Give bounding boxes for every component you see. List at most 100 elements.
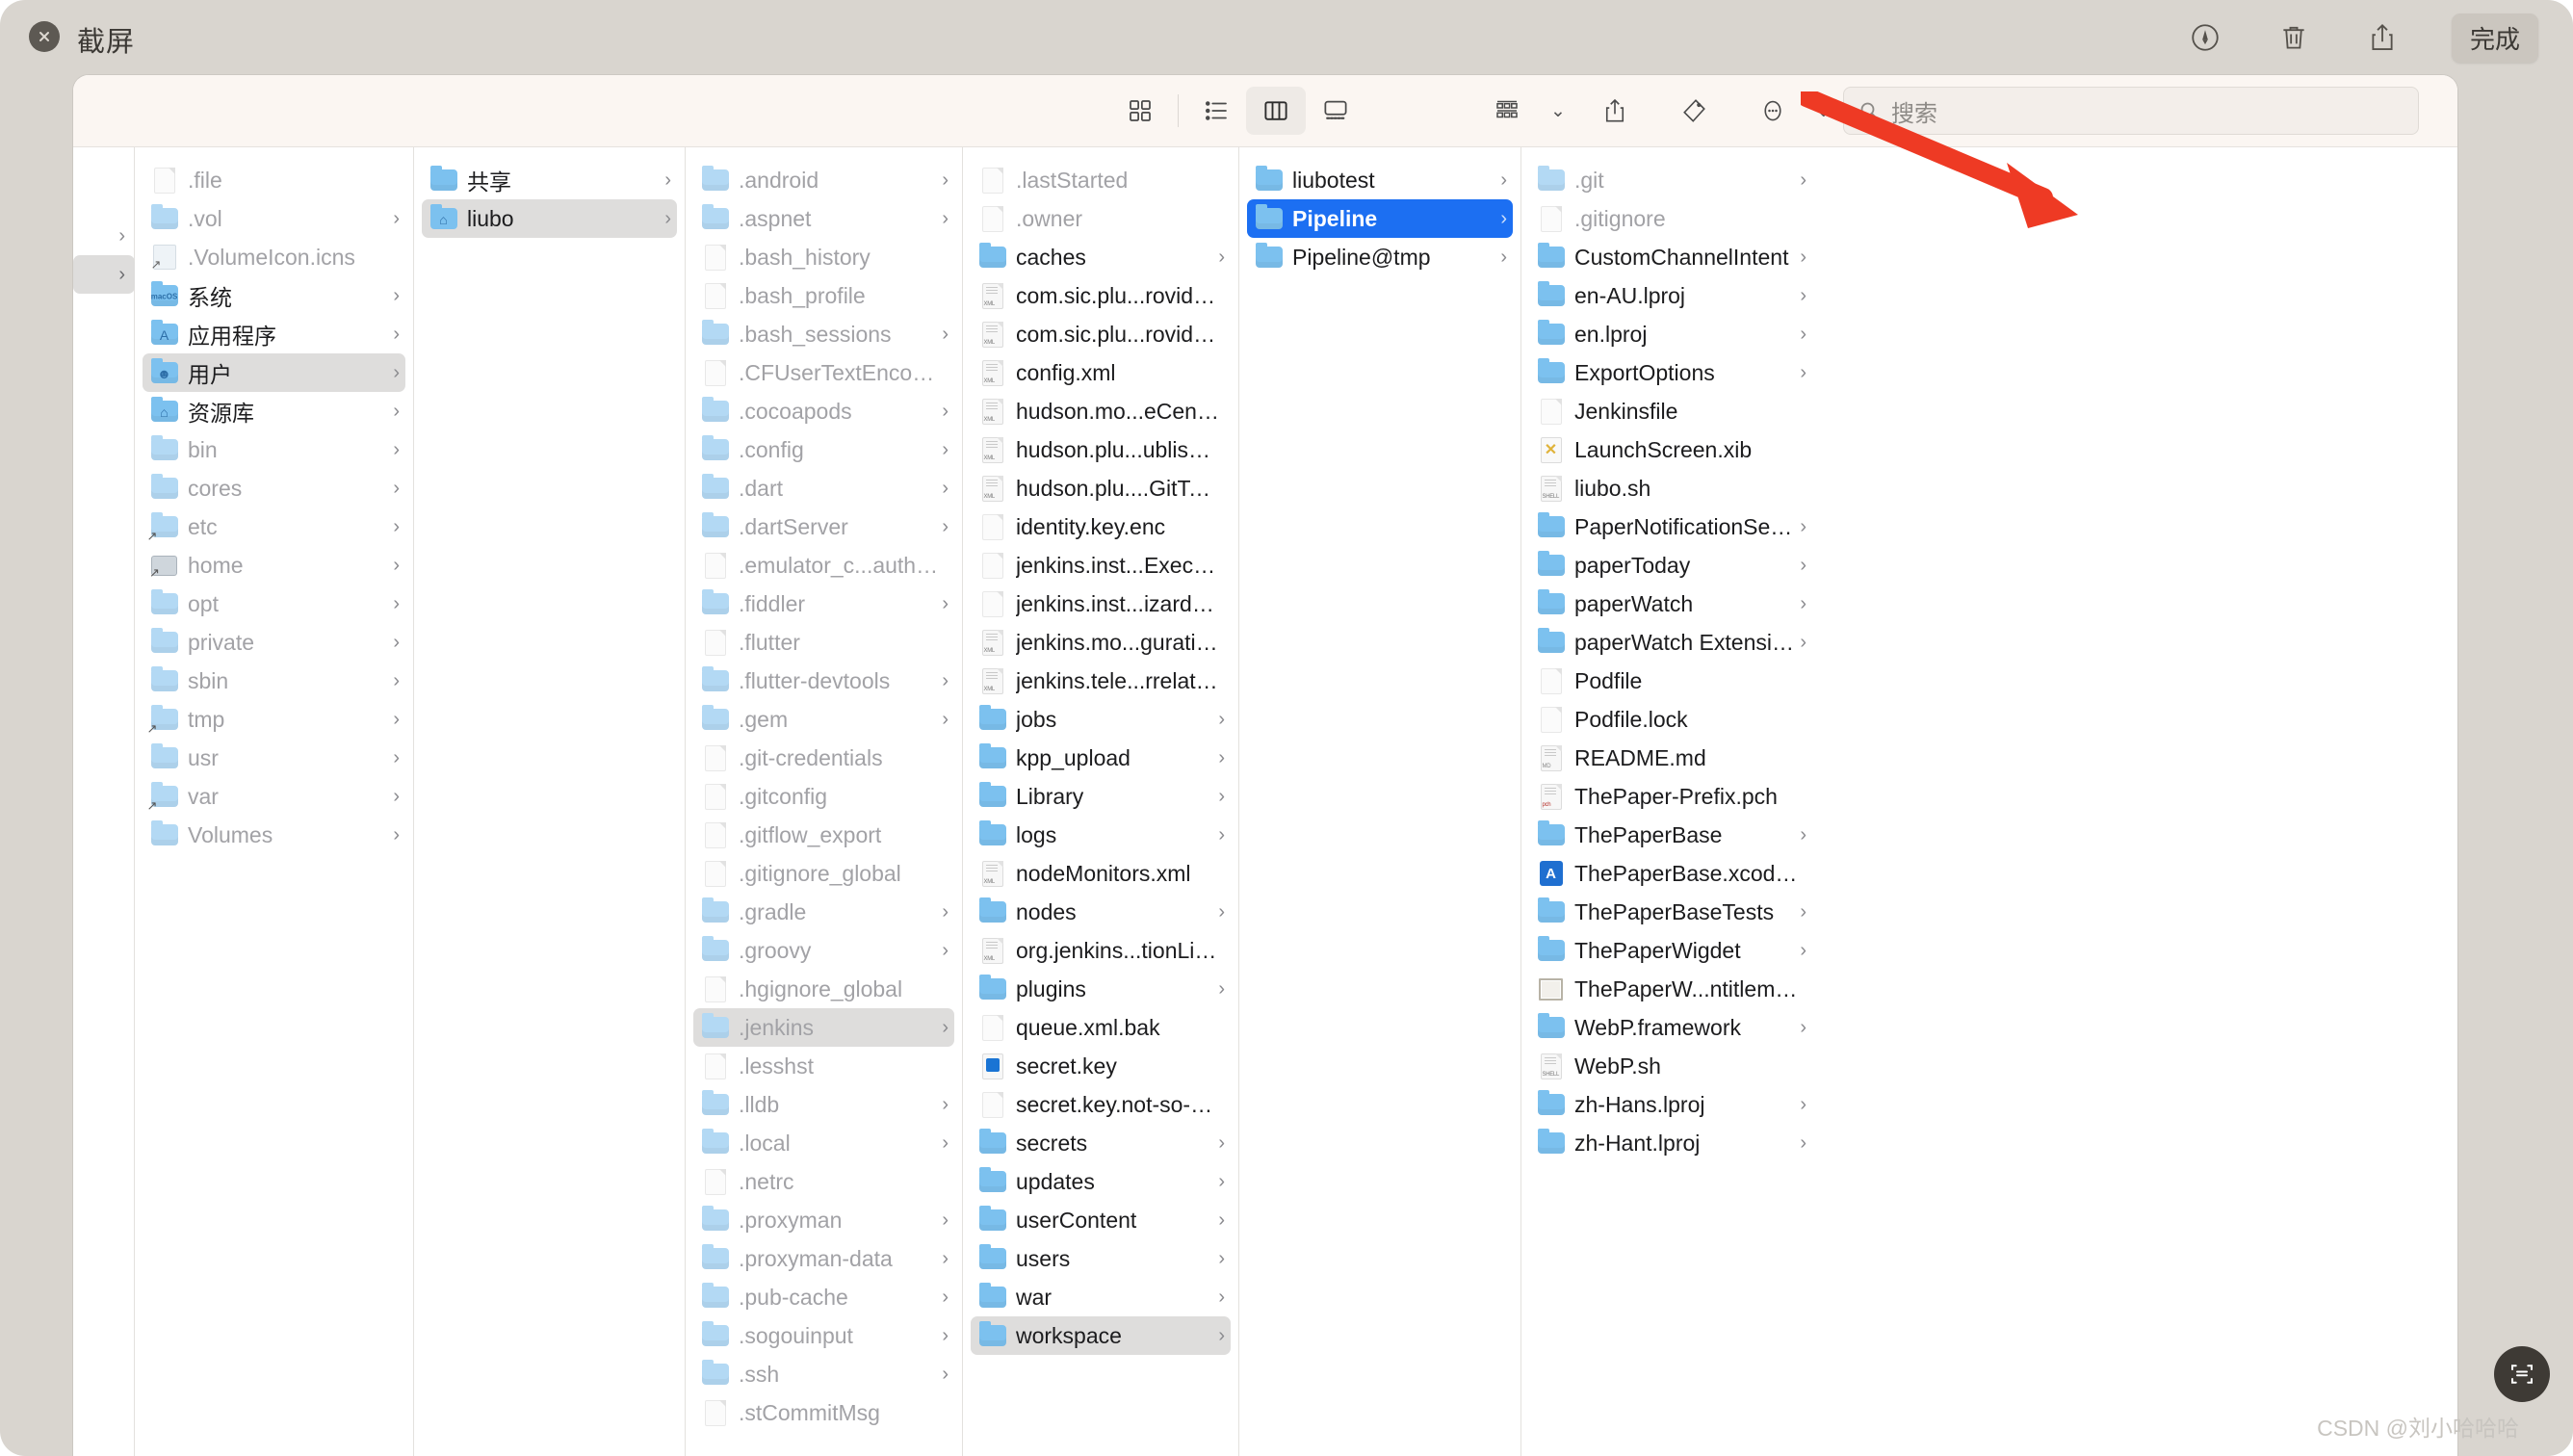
gutter-disclosure-icon-selected[interactable]: ›	[73, 255, 135, 294]
finder-item[interactable]: ✕ LaunchScreen.xib	[1529, 430, 1812, 469]
finder-item[interactable]: .netrc	[693, 1162, 954, 1201]
list-view-button[interactable]	[1186, 87, 1246, 135]
done-button[interactable]: 完成	[2451, 13, 2538, 63]
finder-item[interactable]: en.lproj ›	[1529, 315, 1812, 353]
finder-item[interactable]: .android ›	[693, 161, 954, 199]
finder-item[interactable]: Volumes ›	[143, 816, 405, 854]
finder-item[interactable]: .owner	[971, 199, 1231, 238]
finder-item[interactable]: identity.key.enc	[971, 507, 1231, 546]
finder-column-users[interactable]: 共享 › ⌂ liubo ›	[414, 147, 686, 1456]
share-icon[interactable]	[2363, 18, 2402, 57]
search-input[interactable]: 搜索	[1843, 87, 2419, 135]
finder-item[interactable]: ⌂ 资源库 ›	[143, 392, 405, 430]
finder-item[interactable]: .gitconfig	[693, 777, 954, 816]
finder-item[interactable]: .gitflow_export	[693, 816, 954, 854]
finder-item[interactable]: workspace ›	[971, 1316, 1231, 1355]
finder-item[interactable]: Pipeline@tmp ›	[1247, 238, 1513, 276]
chevron-down-icon[interactable]: ⌄	[1816, 100, 1832, 122]
finder-item[interactable]: .sogouinput ›	[693, 1316, 954, 1355]
finder-item[interactable]: .gradle ›	[693, 893, 954, 931]
finder-item[interactable]: .stCommitMsg	[693, 1393, 954, 1432]
finder-item[interactable]: .lesshst	[693, 1047, 954, 1085]
close-icon[interactable]	[29, 21, 60, 52]
finder-item[interactable]: SHELL WebP.sh	[1529, 1047, 1812, 1085]
finder-item[interactable]: .lldb ›	[693, 1085, 954, 1124]
finder-item[interactable]: cores ›	[143, 469, 405, 507]
finder-item[interactable]: home ›	[143, 546, 405, 585]
finder-item[interactable]: .git-credentials	[693, 739, 954, 777]
finder-item[interactable]: ⌂ liubo ›	[422, 199, 677, 238]
finder-item[interactable]: jenkins.inst...izard.state	[971, 585, 1231, 623]
finder-item[interactable]: WebP.framework ›	[1529, 1008, 1812, 1047]
finder-item[interactable]: XML nodeMonitors.xml	[971, 854, 1231, 893]
finder-item[interactable]: XML jenkins.tele...rrelator.xml	[971, 662, 1231, 700]
tag-icon[interactable]	[1664, 87, 1724, 135]
finder-item[interactable]: XML hudson.mo...eCenter.xml	[971, 392, 1231, 430]
finder-item[interactable]: .gitignore	[1529, 199, 1812, 238]
finder-item[interactable]: Library ›	[971, 777, 1231, 816]
finder-item[interactable]: ThePaperBaseTests ›	[1529, 893, 1812, 931]
finder-column-jenkins[interactable]: .lastStarted .owner caches › XML com.sic.plu.…	[963, 147, 1239, 1456]
finder-item[interactable]: XML hudson.plu...ublisher.xml	[971, 430, 1231, 469]
finder-item[interactable]: tmp ›	[143, 700, 405, 739]
finder-item[interactable]: plugins ›	[971, 970, 1231, 1008]
finder-item[interactable]: .local ›	[693, 1124, 954, 1162]
scan-button[interactable]	[2494, 1346, 2550, 1402]
finder-item[interactable]: .lastStarted	[971, 161, 1231, 199]
finder-item[interactable]: logs ›	[971, 816, 1231, 854]
finder-item[interactable]: A ThePaperBase.xcodeproj	[1529, 854, 1812, 893]
finder-item[interactable]: zh-Hans.lproj ›	[1529, 1085, 1812, 1124]
finder-item[interactable]: .git ›	[1529, 161, 1812, 199]
finder-item[interactable]: ExportOptions ›	[1529, 353, 1812, 392]
finder-item[interactable]: queue.xml.bak	[971, 1008, 1231, 1047]
finder-item[interactable]: etc ›	[143, 507, 405, 546]
finder-item[interactable]: Podfile.lock	[1529, 700, 1812, 739]
finder-item[interactable]: .config ›	[693, 430, 954, 469]
finder-item[interactable]: .jenkins ›	[693, 1008, 954, 1047]
finder-item[interactable]: .flutter	[693, 623, 954, 662]
finder-item[interactable]: nodes ›	[971, 893, 1231, 931]
finder-item[interactable]: .emulator_c...auth_token	[693, 546, 954, 585]
finder-item[interactable]: Podfile	[1529, 662, 1812, 700]
finder-item[interactable]: .flutter-devtools ›	[693, 662, 954, 700]
finder-item[interactable]: XML com.sic.plu...rovider.xml	[971, 315, 1231, 353]
finder-item[interactable]: .gitignore_global	[693, 854, 954, 893]
finder-item[interactable]: .CFUserTextEncoding	[693, 353, 954, 392]
finder-item[interactable]: XML jenkins.mo...guration.xml	[971, 623, 1231, 662]
finder-item[interactable]: var ›	[143, 777, 405, 816]
finder-item[interactable]: updates ›	[971, 1162, 1231, 1201]
markup-icon[interactable]	[2186, 18, 2224, 57]
finder-item[interactable]: CustomChannelIntent ›	[1529, 238, 1812, 276]
finder-item[interactable]: users ›	[971, 1239, 1231, 1278]
finder-item[interactable]: usr ›	[143, 739, 405, 777]
finder-item[interactable]: jenkins.inst...ExecVersion	[971, 546, 1231, 585]
finder-item[interactable]: .vol ›	[143, 199, 405, 238]
finder-item[interactable]: ThePaperBase ›	[1529, 816, 1812, 854]
finder-item[interactable]: .aspnet ›	[693, 199, 954, 238]
finder-item[interactable]: userContent ›	[971, 1201, 1231, 1239]
finder-item[interactable]: .bash_history	[693, 238, 954, 276]
finder-item[interactable]: caches ›	[971, 238, 1231, 276]
finder-item[interactable]: zh-Hant.lproj ›	[1529, 1124, 1812, 1162]
finder-item[interactable]: MD README.md	[1529, 739, 1812, 777]
finder-item[interactable]: war ›	[971, 1278, 1231, 1316]
finder-item[interactable]: secret.key	[971, 1047, 1231, 1085]
finder-item[interactable]: .groovy ›	[693, 931, 954, 970]
finder-item[interactable]: kpp_upload ›	[971, 739, 1231, 777]
finder-item[interactable]: macOS 系统 ›	[143, 276, 405, 315]
finder-item[interactable]: .fiddler ›	[693, 585, 954, 623]
finder-item[interactable]: ☻ 用户 ›	[143, 353, 405, 392]
finder-item[interactable]: .proxyman ›	[693, 1201, 954, 1239]
finder-item[interactable]: .hgignore_global	[693, 970, 954, 1008]
share-icon[interactable]	[1585, 87, 1645, 135]
finder-item[interactable]: XML com.sic.plu...rovider.xml	[971, 276, 1231, 315]
finder-column-root[interactable]: .file .vol › .VolumeIcon.icns macOS 系统 › A 应用程序 ›…	[135, 147, 414, 1456]
gutter-disclosure-icon[interactable]: ›	[73, 217, 135, 255]
finder-item[interactable]: XML config.xml	[971, 353, 1231, 392]
finder-item[interactable]: ThePaperW...ntitlements	[1529, 970, 1812, 1008]
finder-item[interactable]: secret.key.not-so-secret	[971, 1085, 1231, 1124]
finder-item[interactable]: Jenkinsfile	[1529, 392, 1812, 430]
finder-item[interactable]: .dartServer ›	[693, 507, 954, 546]
finder-item[interactable]: secrets ›	[971, 1124, 1231, 1162]
finder-item[interactable]: .bash_sessions ›	[693, 315, 954, 353]
